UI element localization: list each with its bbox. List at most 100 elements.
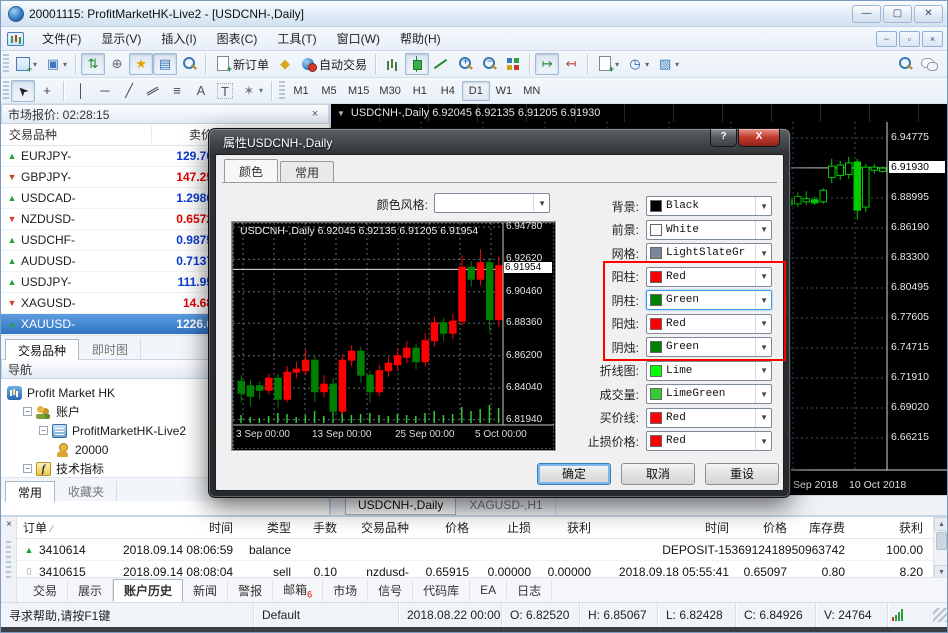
terminal-tab-交易[interactable]: 交易 <box>23 580 68 601</box>
candlestick-button[interactable] <box>405 53 429 75</box>
color-select-limegreen[interactable]: LimeGreen▼ <box>646 384 772 404</box>
color-select-green[interactable]: Green▼ <box>646 337 772 357</box>
profiles-button[interactable]: ▣▾ <box>41 53 71 75</box>
menu-i[interactable]: 插入(I) <box>151 27 206 50</box>
terminal-tab-展示[interactable]: 展示 <box>68 580 113 601</box>
timeframe-d1[interactable]: D1 <box>462 81 490 101</box>
menu-h[interactable]: 帮助(H) <box>390 27 451 50</box>
timeframe-h4[interactable]: H4 <box>434 81 462 101</box>
expander-minus-icon[interactable]: − <box>39 426 48 435</box>
crosshair-tool-button[interactable]: + <box>35 80 59 102</box>
terminal-column-2[interactable]: 类型 <box>239 519 297 536</box>
status-profile[interactable]: Default <box>254 603 399 627</box>
channel-button[interactable]: ∥ <box>141 80 165 102</box>
terminal-tab-ea[interactable]: EA <box>470 581 507 599</box>
terminal-tab-警报[interactable]: 警报 <box>228 580 273 601</box>
favorites-button[interactable]: ★ <box>129 53 153 75</box>
timeframe-m30[interactable]: M30 <box>374 81 405 101</box>
color-select-lightslategr[interactable]: LightSlateGr▼ <box>646 243 772 263</box>
timeframe-m5[interactable]: M5 <box>315 81 343 101</box>
shapes-button[interactable]: ✶▾ <box>237 80 267 102</box>
cursor-tool-button[interactable]: ➤ <box>11 80 35 102</box>
expander-minus-icon[interactable]: − <box>23 464 32 473</box>
terminal-tab-代码库[interactable]: 代码库 <box>413 580 470 601</box>
terminal-column-11[interactable]: 获利 <box>851 519 929 536</box>
symbol-column-header[interactable]: 交易品种 <box>1 126 57 143</box>
data-window-button[interactable]: ▤ <box>153 53 177 75</box>
history-row-balance[interactable]: ▲34106142018.09.14 08:06:59balanceDEPOSI… <box>17 539 933 561</box>
chart-shift-button[interactable]: ↦ <box>535 53 559 75</box>
timeframe-h1[interactable]: H1 <box>406 81 434 101</box>
new-chart-button[interactable]: +▾ <box>11 53 41 75</box>
chart-tab-xagusdh1[interactable]: XAGUSD-,H1 <box>456 496 555 515</box>
community-button[interactable] <box>917 53 941 75</box>
color-select-red[interactable]: Red▼ <box>646 431 772 451</box>
minimize-button[interactable]: — <box>852 5 881 23</box>
terminal-column-6[interactable]: 止损 <box>475 519 537 536</box>
terminal-column-9[interactable]: 价格 <box>735 519 793 536</box>
resize-grip[interactable] <box>933 608 947 622</box>
bar-chart-button[interactable] <box>381 53 405 75</box>
navigator-tab-常用[interactable]: 常用 <box>5 481 55 502</box>
dialog-help-button[interactable]: ? <box>710 129 737 147</box>
indicators-button[interactable]: +▾ <box>593 53 623 75</box>
terminal-tab-市场[interactable]: 市场 <box>323 580 368 601</box>
dialog-tab-颜色[interactable]: 颜色 <box>224 159 278 182</box>
market-watch-tab-交易品种[interactable]: 交易品种 <box>5 339 79 360</box>
color-select-red[interactable]: Red▼ <box>646 267 772 287</box>
cancel-button[interactable]: 取消 <box>621 463 695 485</box>
expert-advisors-button[interactable]: ◆ <box>273 53 297 75</box>
color-select-red[interactable]: Red▼ <box>646 408 772 428</box>
navigator-toggle-button[interactable]: ⊕ <box>105 53 129 75</box>
timeframe-mn[interactable]: MN <box>518 81 546 101</box>
terminal-tab-日志[interactable]: 日志 <box>507 580 552 601</box>
close-button[interactable]: ✕ <box>914 5 943 23</box>
terminal-column-3[interactable]: 手数 <box>297 519 343 536</box>
chart-dropdown-icon[interactable]: ▼ <box>337 109 345 118</box>
templates-button[interactable]: ▧▾ <box>653 53 683 75</box>
color-select-black[interactable]: Black▼ <box>646 196 772 216</box>
trendline-button[interactable]: ╱ <box>117 80 141 102</box>
menu-f[interactable]: 文件(F) <box>32 27 91 50</box>
timeframe-m1[interactable]: M1 <box>287 81 315 101</box>
chart-tab-usdcnhdaily[interactable]: USDCNH-,Daily <box>345 496 456 515</box>
scroll-up-icon[interactable]: ▲ <box>934 517 948 531</box>
terminal-tab-信号[interactable]: 信号 <box>368 580 413 601</box>
horizontal-line-button[interactable]: ─ <box>93 80 117 102</box>
child-restore-button[interactable]: ▫ <box>899 31 920 47</box>
timeframe-m15[interactable]: M15 <box>343 81 374 101</box>
navigator-tab-收藏夹[interactable]: 收藏夹 <box>55 480 117 501</box>
terminal-tab-账户历史[interactable]: 账户历史 <box>113 579 183 602</box>
terminal-column-1[interactable]: 时间 <box>117 519 239 536</box>
color-select-white[interactable]: White▼ <box>646 220 772 240</box>
timeframe-w1[interactable]: W1 <box>490 81 518 101</box>
chart-menu-icon[interactable] <box>7 32 24 46</box>
menu-t[interactable]: 工具(T) <box>267 27 326 50</box>
color-select-red[interactable]: Red▼ <box>646 314 772 334</box>
text-tool-button[interactable]: A <box>189 80 213 102</box>
expander-minus-icon[interactable]: − <box>23 407 32 416</box>
zoom-in-button[interactable]: + <box>453 53 477 75</box>
terminal-tab-新闻[interactable]: 新闻 <box>183 580 228 601</box>
menu-w[interactable]: 窗口(W) <box>327 27 390 50</box>
child-close-button[interactable]: × <box>922 31 943 47</box>
fibonacci-button[interactable]: ≡ <box>165 80 189 102</box>
zoom-out-button[interactable]: − <box>477 53 501 75</box>
vertical-line-button[interactable]: │ <box>69 80 93 102</box>
ok-button[interactable]: 确定 <box>537 463 611 485</box>
periods-button[interactable]: ◷▾ <box>623 53 653 75</box>
search-button[interactable] <box>893 53 917 75</box>
terminal-column-8[interactable]: 时间 <box>597 519 735 536</box>
terminal-close-icon[interactable]: × <box>3 519 15 531</box>
terminal-tab-邮箱[interactable]: 邮箱6 <box>273 579 323 601</box>
new-order-button[interactable]: +新订单 <box>211 53 273 75</box>
color-select-lime[interactable]: Lime▼ <box>646 361 772 381</box>
maximize-button[interactable]: ▢ <box>883 5 912 23</box>
dialog-close-button[interactable]: X <box>738 129 780 147</box>
line-chart-button[interactable] <box>429 53 453 75</box>
autotrading-button[interactable]: 自动交易 <box>297 53 371 75</box>
reset-button[interactable]: 重设 <box>705 463 779 485</box>
color-select-green[interactable]: Green▼ <box>646 290 772 310</box>
terminal-column-10[interactable]: 库存费 <box>793 519 851 536</box>
terminal-column-5[interactable]: 价格 <box>415 519 475 536</box>
